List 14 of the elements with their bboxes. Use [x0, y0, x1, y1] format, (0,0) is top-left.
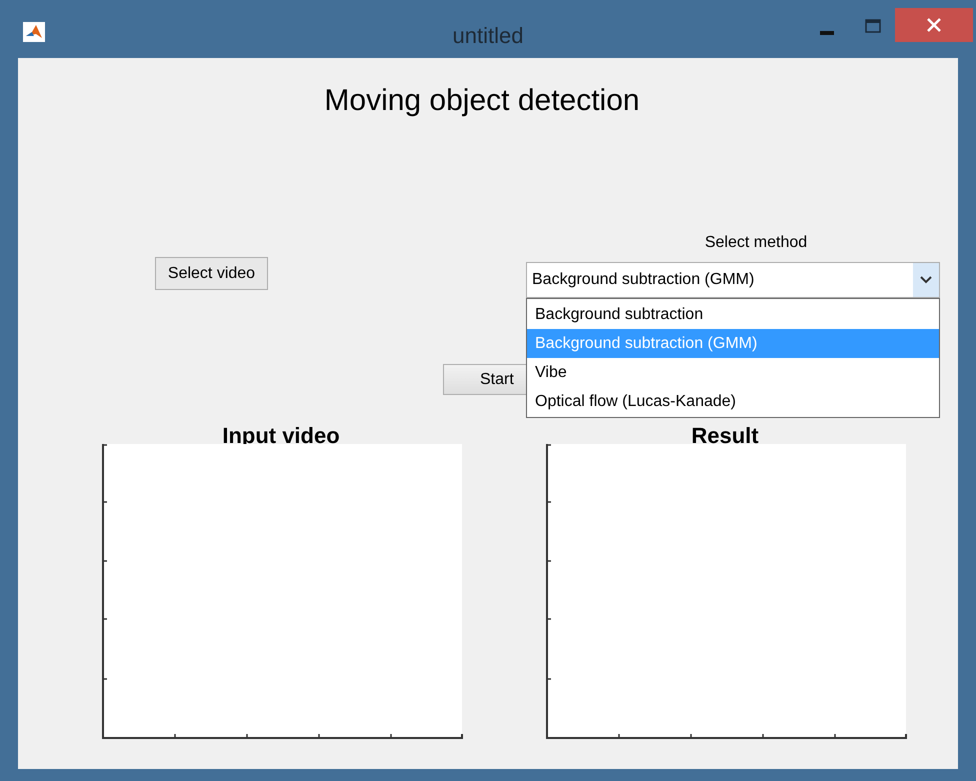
axes-title: Input video — [221, 422, 341, 450]
app-logo-icon — [23, 22, 45, 42]
axes-title: Result — [690, 422, 760, 450]
dropdown-arrow-button[interactable] — [913, 263, 939, 297]
close-icon — [927, 18, 941, 32]
close-button[interactable] — [895, 8, 973, 42]
method-dropdown[interactable]: Background subtraction (GMM) — [526, 262, 940, 298]
heading: Moving object detection — [323, 83, 641, 119]
chevron-down-icon — [920, 276, 932, 284]
dropdown-value: Background subtraction (GMM) — [531, 270, 756, 290]
window-title: untitled — [452, 22, 524, 50]
select-method-label: Select method — [704, 233, 808, 253]
maximize-icon[interactable] — [865, 19, 881, 33]
select-video-button[interactable]: Select video — [155, 257, 268, 290]
